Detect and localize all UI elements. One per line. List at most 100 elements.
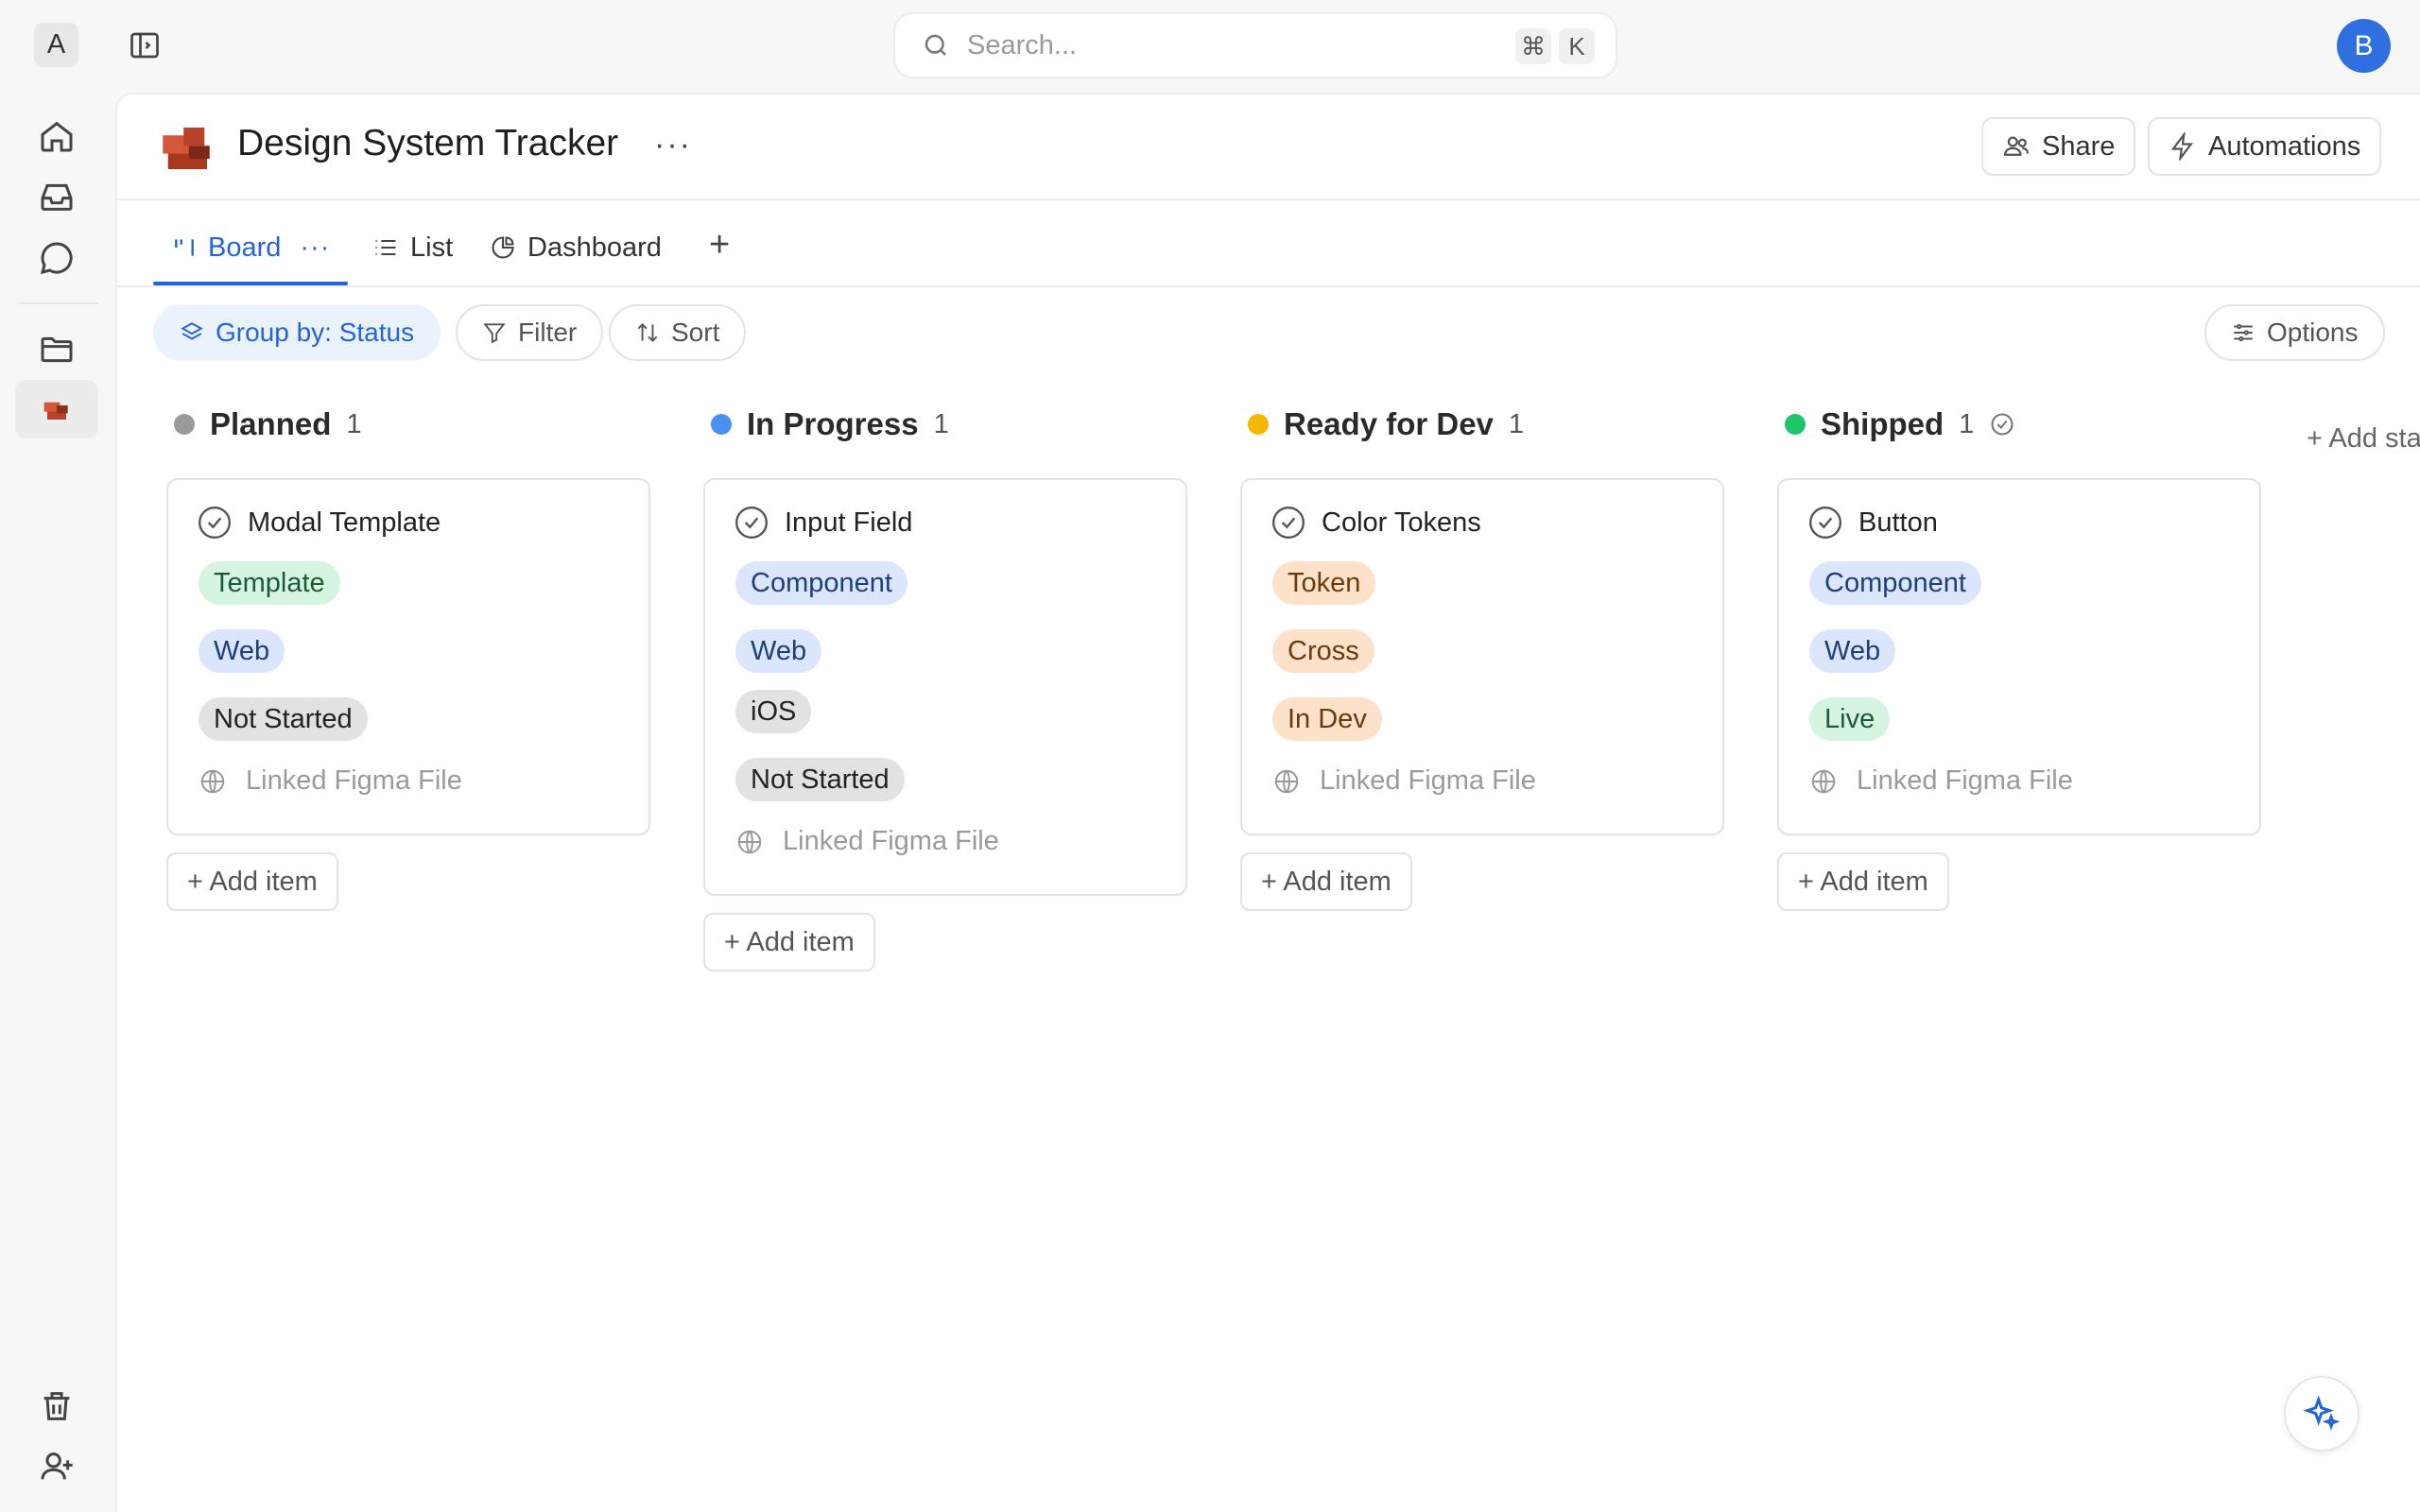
column-header-ready-for-dev[interactable]: Ready for Dev 1: [1248, 406, 1524, 442]
add-user-icon[interactable]: [38, 1448, 76, 1486]
column-count: 1: [933, 408, 949, 439]
tag-status[interactable]: Not Started: [199, 697, 368, 741]
globe-icon: [200, 769, 225, 793]
check-circle-icon[interactable]: [1807, 505, 1843, 541]
tag-platform[interactable]: Cross: [1272, 629, 1374, 673]
card-title-text: Modal Template: [248, 507, 441, 538]
tag-type[interactable]: Component: [1809, 561, 1981, 605]
column-header-shipped[interactable]: Shipped 1: [1785, 406, 2015, 442]
search-bar[interactable]: Search... ⌘ K: [893, 12, 1617, 78]
bricks-icon: [163, 128, 210, 169]
tag-platform[interactable]: Web: [1809, 629, 1896, 673]
column-header-in-progress[interactable]: In Progress 1: [711, 406, 949, 442]
tag-platform[interactable]: Web: [735, 629, 822, 673]
column-header-planned[interactable]: Planned 1: [174, 406, 362, 442]
card-title: Input Field: [734, 505, 912, 541]
card-title-text: Color Tokens: [1322, 507, 1481, 538]
tab-list[interactable]: List: [372, 225, 453, 270]
card-modal-template[interactable]: Modal Template Template Web Not Started …: [166, 478, 650, 835]
inbox-icon[interactable]: [38, 178, 76, 215]
column-name: In Progress: [747, 406, 919, 441]
users-icon: [2003, 136, 2029, 156]
check-circle-icon[interactable]: [734, 505, 769, 541]
sparkles-icon: [2303, 1395, 2341, 1431]
bricks-icon[interactable]: [38, 391, 76, 429]
add-view-icon[interactable]: +: [709, 225, 730, 266]
ai-assistant-button[interactable]: [2284, 1376, 2360, 1452]
layers-icon: [181, 322, 203, 340]
tag-platform[interactable]: iOS: [735, 690, 812, 733]
figma-link-text: Linked Figma File: [1857, 765, 2073, 796]
add-status-button[interactable]: + Add sta: [2307, 423, 2420, 455]
sort-icon: [637, 322, 658, 343]
tag-status[interactable]: In Dev: [1272, 697, 1382, 741]
options-label: Options: [2267, 318, 2359, 347]
add-item-button[interactable]: + Add item: [1777, 852, 1949, 911]
rail-divider: [17, 302, 98, 304]
card-title: Modal Template: [197, 505, 441, 541]
card-title: Color Tokens: [1270, 505, 1481, 541]
folder-icon[interactable]: [38, 331, 76, 369]
shortcut-key: K: [1559, 28, 1595, 64]
sort-chip[interactable]: Sort: [609, 304, 747, 361]
filter-chip[interactable]: Filter: [456, 304, 604, 361]
page-more-button[interactable]: ···: [654, 127, 692, 163]
tag-type[interactable]: Template: [199, 561, 340, 605]
card-title-text: Button: [1858, 507, 1938, 538]
check-circle-icon[interactable]: [1270, 505, 1306, 541]
tag-status[interactable]: Not Started: [735, 758, 905, 801]
pie-chart-icon: [492, 236, 514, 259]
figma-link-text: Linked Figma File: [783, 826, 999, 856]
add-item-button[interactable]: + Add item: [703, 913, 875, 971]
automations-button[interactable]: Automations: [2148, 117, 2382, 176]
filter-label: Filter: [518, 318, 578, 347]
tag-type[interactable]: Component: [735, 561, 908, 605]
automations-label: Automations: [2208, 130, 2361, 162]
column-name: Ready for Dev: [1284, 406, 1494, 441]
search-placeholder: Search...: [967, 29, 1078, 60]
card-button[interactable]: Button Component Web Live Linked Figma F…: [1777, 478, 2261, 835]
figma-link[interactable]: Linked Figma File: [1809, 765, 2073, 797]
search-shortcut: ⌘ K: [1515, 28, 1595, 64]
column-count: 1: [346, 408, 362, 439]
filter-icon: [483, 323, 506, 344]
tab-dashboard[interactable]: Dashboard: [490, 225, 662, 270]
trash-icon[interactable]: [38, 1387, 76, 1425]
column-name: Planned: [210, 406, 332, 441]
figma-link[interactable]: Linked Figma File: [735, 826, 999, 857]
group-by-chip[interactable]: Group by: Status: [153, 304, 441, 361]
options-chip[interactable]: Options: [2204, 304, 2385, 361]
tab-board-more[interactable]: ···: [300, 232, 330, 264]
home-icon[interactable]: [38, 117, 76, 155]
check-circle-icon[interactable]: [197, 505, 233, 541]
page-title: Design System Tracker: [237, 123, 619, 163]
sidebar-toggle-icon[interactable]: [128, 28, 162, 62]
status-dot: [711, 414, 732, 435]
figma-link-text: Linked Figma File: [1320, 765, 1536, 796]
board-icon: [175, 239, 194, 256]
globe-icon: [1274, 769, 1299, 793]
card-title: Button: [1807, 505, 1938, 541]
check-circle-icon: [1991, 413, 2014, 436]
column-count: 1: [1959, 408, 1975, 439]
share-button[interactable]: Share: [1981, 117, 2136, 176]
tag-status[interactable]: Live: [1809, 697, 1891, 741]
figma-link[interactable]: Linked Figma File: [199, 765, 462, 797]
lightning-icon: [2170, 132, 2193, 161]
globe-icon: [737, 830, 762, 853]
card-color-tokens[interactable]: Color Tokens Token Cross In Dev Linked F…: [1240, 478, 1724, 835]
chat-icon[interactable]: [38, 239, 76, 277]
tag-type[interactable]: Token: [1272, 561, 1376, 605]
tag-platform[interactable]: Web: [199, 629, 285, 673]
add-item-button[interactable]: + Add item: [166, 852, 338, 911]
tabs-divider: [117, 285, 2420, 287]
card-title-text: Input Field: [785, 507, 913, 538]
figma-link[interactable]: Linked Figma File: [1272, 765, 1536, 797]
tab-board[interactable]: Board ···: [172, 225, 330, 270]
status-dot: [174, 414, 195, 435]
add-item-button[interactable]: + Add item: [1240, 852, 1412, 911]
group-by-label: Group by: Status: [216, 318, 415, 347]
user-avatar[interactable]: B: [2337, 19, 2391, 73]
list-icon: [375, 239, 396, 256]
card-input-field[interactable]: Input Field Component Web iOS Not Starte…: [703, 478, 1187, 896]
